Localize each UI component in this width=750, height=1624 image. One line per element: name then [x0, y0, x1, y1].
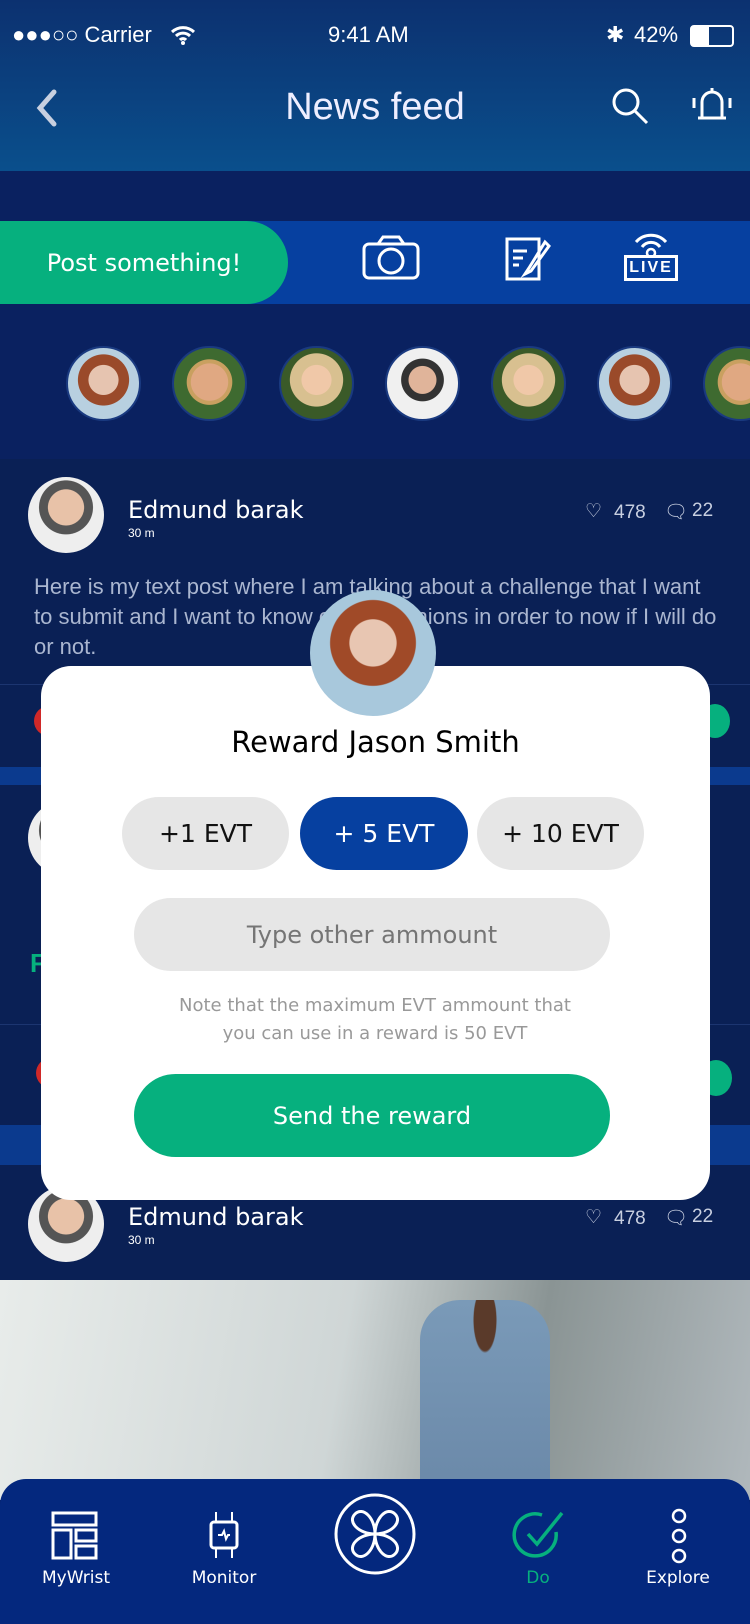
nav-monitor[interactable]: Monitor: [154, 1568, 294, 1588]
amount-input[interactable]: [134, 898, 610, 971]
comment-icon[interactable]: 🗨: [664, 500, 688, 524]
story-avatar[interactable]: [66, 346, 141, 421]
post-image[interactable]: [0, 1280, 750, 1500]
search-icon[interactable]: [610, 86, 650, 126]
comments-count: 22: [692, 1206, 714, 1227]
story-avatar[interactable]: [491, 346, 566, 421]
center-logo-button[interactable]: [333, 1492, 417, 1576]
modal-title: Reward Jason Smith: [231, 725, 520, 759]
live-icon[interactable]: LIVE: [624, 255, 678, 281]
camera-icon[interactable]: [362, 234, 420, 280]
reward-option-1[interactable]: +1 EVT: [122, 797, 289, 870]
check-circle-icon[interactable]: [512, 1510, 566, 1562]
comment-icon[interactable]: 🗨: [664, 1206, 688, 1230]
note-edit-icon[interactable]: [505, 236, 551, 282]
more-icon[interactable]: [666, 1508, 692, 1564]
carrier: ●●●○○ Carrier: [12, 22, 152, 47]
story-avatar[interactable]: [597, 346, 672, 421]
wifi-icon: [170, 26, 196, 45]
post-something-button[interactable]: Post something!: [0, 221, 288, 304]
battery-percent: 42%: [634, 22, 679, 47]
send-reward-button[interactable]: Send the reward: [134, 1074, 610, 1157]
heart-icon[interactable]: ♡: [585, 500, 602, 523]
likes-count: 478: [614, 502, 646, 523]
reward-option-5[interactable]: + 5 EVT: [300, 797, 468, 870]
story-avatar[interactable]: [279, 346, 354, 421]
dashboard-icon[interactable]: [50, 1510, 98, 1560]
comments-count: 22: [692, 500, 714, 521]
clock: 9:41 AM: [328, 22, 409, 47]
story-avatar[interactable]: [385, 346, 460, 421]
reward-option-10[interactable]: + 10 EVT: [477, 797, 644, 870]
nav-mywrist[interactable]: MyWrist: [6, 1568, 146, 1588]
author-name[interactable]: Edmund barak: [128, 496, 303, 524]
bell-icon[interactable]: [690, 84, 734, 128]
nav-do[interactable]: Do: [468, 1568, 608, 1588]
bluetooth-icon: ✱: [606, 22, 625, 47]
battery-icon: [690, 25, 734, 47]
nav-explore[interactable]: Explore: [608, 1568, 748, 1588]
broadcast-icon: [634, 233, 668, 258]
likes-count: 478: [614, 1208, 646, 1229]
reward-note: Note that the maximum EVT ammount that y…: [179, 995, 571, 1044]
post-time: 30 m: [128, 526, 155, 540]
recipient-avatar: [310, 590, 436, 716]
watch-icon[interactable]: [208, 1510, 240, 1560]
runner-figure: [420, 1300, 550, 1500]
story-avatar[interactable]: [172, 346, 247, 421]
story-avatar[interactable]: [703, 346, 750, 421]
author-avatar[interactable]: [28, 477, 104, 553]
post-time: 30 m: [128, 1233, 155, 1247]
author-name[interactable]: Edmund barak: [128, 1203, 303, 1231]
heart-icon[interactable]: ♡: [585, 1206, 602, 1229]
